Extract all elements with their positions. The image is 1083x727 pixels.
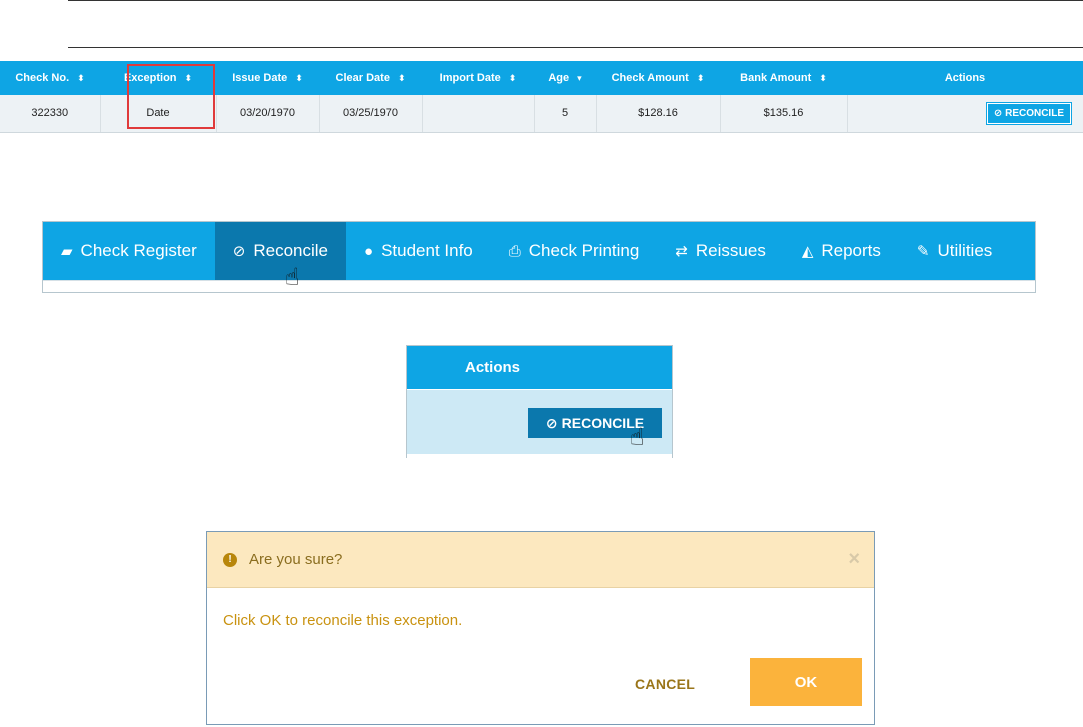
circle-check-icon: ⊘ bbox=[545, 414, 558, 431]
circle-check-icon: ⊘ bbox=[232, 243, 246, 260]
actions-bottom-strip bbox=[407, 454, 672, 458]
wrench-icon: ✎ bbox=[916, 243, 930, 260]
cell-issue-date: 03/20/1970 bbox=[216, 95, 320, 133]
confirm-dialog: ! Are you sure? × Click OK to reconcile … bbox=[206, 531, 875, 725]
cell-check-amount: $128.16 bbox=[596, 95, 721, 133]
col-header-exception[interactable]: Exception ⬍ bbox=[100, 61, 216, 95]
reconcile-button[interactable]: ⊘ RECONCILE bbox=[986, 102, 1071, 124]
col-header-issue-date[interactable]: Issue Date ⬍ bbox=[216, 61, 319, 95]
table-header-row: Check No. ⬍ Exception ⬍ Issue Date ⬍ Clear … bbox=[0, 61, 1083, 95]
actions-header: Actions bbox=[407, 346, 672, 389]
close-icon[interactable]: × bbox=[848, 548, 860, 571]
sort-desc-icon[interactable]: ▾ bbox=[577, 73, 582, 84]
cell-check-no: 322330 bbox=[0, 95, 101, 133]
area-chart-icon: ◭ bbox=[801, 243, 814, 260]
dialog-message: Click OK to reconcile this exception. bbox=[223, 612, 463, 629]
cell-actions: ⊘ RECONCILE bbox=[847, 95, 1083, 133]
cell-age: 5 bbox=[534, 95, 597, 133]
top-rule bbox=[68, 0, 1083, 1]
cell-import-date bbox=[422, 95, 535, 133]
dialog-footer: CANCEL OK bbox=[207, 658, 874, 724]
col-header-bank-amount[interactable]: Bank Amount ⬍ bbox=[720, 61, 847, 95]
dialog-title: Are you sure? bbox=[249, 551, 343, 568]
cancel-button[interactable]: CANCEL bbox=[635, 676, 695, 692]
table-row: 322330 Date 03/20/1970 03/25/1970 5 $128… bbox=[0, 95, 1083, 133]
warning-icon: ! bbox=[223, 552, 237, 567]
sort-icon[interactable]: ⬍ bbox=[509, 73, 517, 84]
refresh-icon: ⇄ bbox=[675, 243, 688, 260]
col-header-age[interactable]: Age ▾ bbox=[534, 61, 596, 95]
sort-icon[interactable]: ⬍ bbox=[185, 73, 193, 84]
sort-icon[interactable]: ⬍ bbox=[398, 73, 406, 84]
cell-exception: Date bbox=[100, 95, 217, 133]
ok-button[interactable]: OK bbox=[750, 658, 862, 706]
nav-item-reconcile[interactable]: ⊘ Reconcile bbox=[214, 222, 346, 280]
exceptions-table: Check No. ⬍ Exception ⬍ Issue Date ⬍ Clear … bbox=[0, 61, 1083, 133]
nav-bottom-strip bbox=[43, 280, 1035, 292]
col-header-check-amount[interactable]: Check Amount ⬍ bbox=[596, 61, 720, 95]
user-icon: ● bbox=[364, 242, 374, 260]
col-header-clear-date[interactable]: Clear Date ⬍ bbox=[319, 61, 422, 95]
sort-icon[interactable]: ⬍ bbox=[697, 73, 705, 84]
col-header-check-no[interactable]: Check No. ⬍ bbox=[0, 61, 100, 95]
nav-item-utilities[interactable]: ✎ Utilities bbox=[899, 222, 1010, 280]
nav-item-check-register[interactable]: ▰ Check Register bbox=[43, 222, 215, 280]
main-nav: ▰ Check Register ⊘ Reconcile ● Student I… bbox=[43, 222, 1035, 280]
nav-item-check-printing[interactable]: ⎙ Check Printing bbox=[491, 222, 658, 280]
dialog-header: ! Are you sure? × bbox=[207, 532, 874, 588]
bottom-rule bbox=[68, 47, 1083, 48]
cell-bank-amount: $135.16 bbox=[720, 95, 848, 133]
nav-item-reissues[interactable]: ⇄ Reissues bbox=[657, 222, 784, 280]
nav-item-reports[interactable]: ◭ Reports bbox=[784, 222, 899, 280]
main-nav-panel: ▰ Check Register ⊘ Reconcile ● Student I… bbox=[42, 221, 1036, 293]
cell-clear-date: 03/25/1970 bbox=[319, 95, 423, 133]
col-header-import-date[interactable]: Import Date ⬍ bbox=[422, 61, 534, 95]
hand-cursor-icon: ☝ bbox=[285, 264, 300, 291]
col-header-actions: Actions bbox=[847, 61, 1083, 95]
sort-icon[interactable]: ⬍ bbox=[819, 73, 827, 84]
hand-cursor-icon: ☝ bbox=[630, 424, 645, 451]
book-icon: ▰ bbox=[61, 243, 73, 260]
circle-check-icon: ⊘ bbox=[993, 107, 1003, 119]
printer-icon: ⎙ bbox=[508, 242, 521, 260]
sort-icon[interactable]: ⬍ bbox=[295, 73, 303, 84]
sort-icon[interactable]: ⬍ bbox=[77, 73, 85, 84]
nav-item-student-info[interactable]: ● Student Info bbox=[346, 222, 491, 280]
